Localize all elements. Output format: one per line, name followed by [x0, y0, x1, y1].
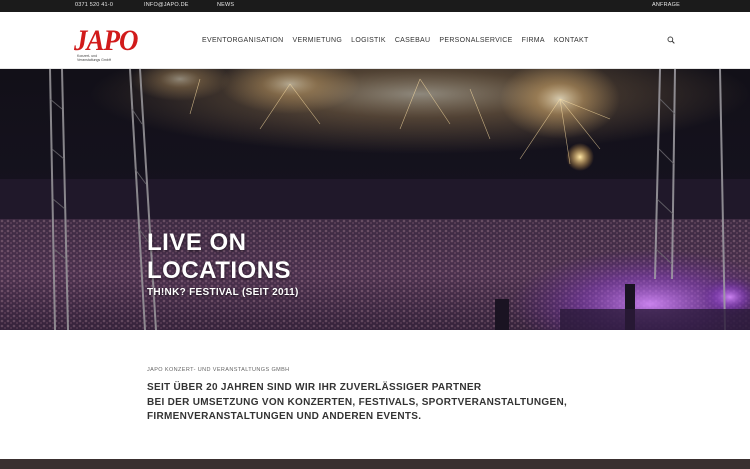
nav-item-personalservice[interactable]: PERSONALSERVICE [439, 37, 512, 44]
logo-wordmark: JAPO [74, 23, 138, 57]
main-nav: EVENTORGANISATION VERMIETUNG LOGISTIK CA… [202, 37, 598, 44]
next-section-preview [0, 459, 750, 469]
nav-item-kontakt[interactable]: KONTAKT [554, 37, 589, 44]
top-bar: 0371 520 41-0 INFO@JAPO.DE NEWS ANFRAGE [0, 0, 750, 12]
hero-title: LIVE ON LOCATIONS [147, 229, 291, 285]
site-header: JAPO Konzert- und Veranstaltungs GmbH EV… [0, 12, 750, 69]
logo[interactable]: JAPO Konzert- und Veranstaltungs GmbH [74, 25, 138, 62]
email-link[interactable]: INFO@JAPO.DE [144, 2, 189, 8]
intro-line: FIRMENVERANSTALTUNGEN UND ANDEREN EVENTS… [147, 411, 422, 422]
hero-subtitle: TH!NK? FESTIVAL (SEIT 2011) [147, 287, 299, 298]
intro-text: SEIT ÜBER 20 JAHREN SIND WIR IHR ZUVERLÄ… [147, 381, 617, 425]
nav-item-eventorganisation[interactable]: EVENTORGANISATION [202, 37, 283, 44]
search-icon[interactable] [667, 36, 675, 44]
nav-item-casebau[interactable]: CASEBAU [395, 37, 431, 44]
nav-item-logistik[interactable]: LOGISTIK [351, 37, 386, 44]
company-name: JAPO KONZERT- UND VERANSTALTUNGS GMBH [147, 367, 290, 373]
logo-subtitle-line2: Veranstaltungs GmbH [77, 58, 112, 62]
intro-line: BEI DER UMSETZUNG VON KONZERTEN, FESTIVA… [147, 396, 568, 408]
request-link[interactable]: ANFRAGE [652, 2, 680, 8]
hero-title-line1: LIVE ON [147, 229, 247, 256]
nav-item-firma[interactable]: FIRMA [522, 37, 545, 44]
intro-line: SEIT ÜBER 20 JAHREN SIND WIR IHR ZUVERLÄ… [147, 382, 482, 393]
news-link[interactable]: NEWS [217, 2, 234, 8]
concert-photo [0, 69, 750, 330]
hero-title-line2: LOCATIONS [147, 257, 292, 284]
logo-subtitle: Konzert- und Veranstaltungs GmbH [77, 54, 111, 62]
hero-banner: LIVE ON LOCATIONS TH!NK? FESTIVAL (SEIT … [0, 69, 750, 330]
nav-item-vermietung[interactable]: VERMIETUNG [292, 37, 342, 44]
phone-link[interactable]: 0371 520 41-0 [75, 2, 113, 8]
